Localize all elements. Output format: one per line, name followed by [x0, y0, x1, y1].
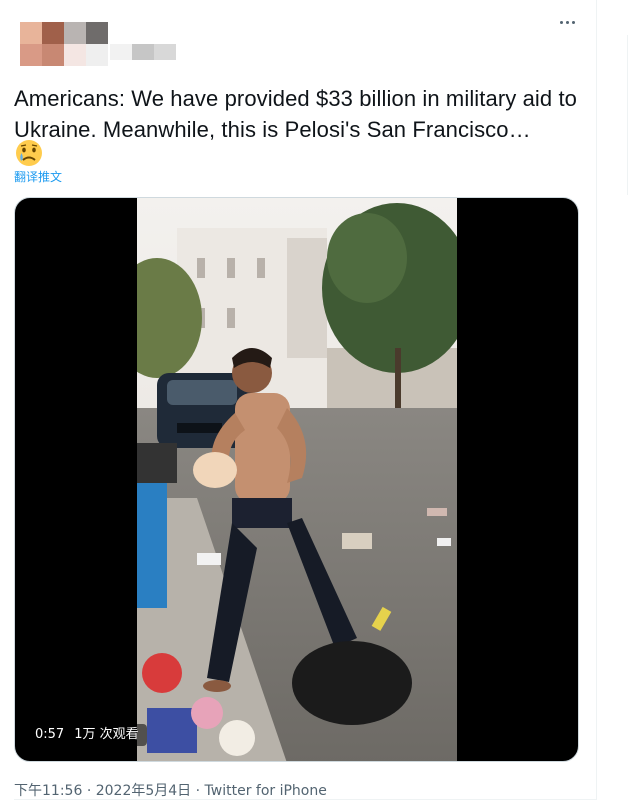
meta-separator: ·	[86, 783, 92, 799]
more-dots-icon[interactable]	[560, 21, 575, 24]
translate-tweet-link[interactable]: 翻译推文	[14, 168, 62, 185]
video-thumbnail	[137, 198, 457, 761]
right-sidebar	[597, 0, 629, 800]
tweet-text: Americans: We have provided $33 billion …	[14, 86, 577, 142]
video-views: 1万 次观看	[74, 727, 139, 742]
tweet-time[interactable]: 下午11:56	[14, 783, 82, 799]
video-info-badge: 0:57 1万 次观看	[27, 724, 147, 746]
tweet-meta: 下午11:56 · 2022年5月4日 · Twitter for iPhone	[14, 780, 327, 800]
sidebar-edge	[627, 35, 628, 195]
tweet-date[interactable]: 2022年5月4日	[96, 783, 191, 799]
meta-separator: ·	[195, 783, 201, 799]
crying-face-icon	[16, 140, 42, 166]
tweet-source-link[interactable]: Twitter for iPhone	[205, 783, 327, 799]
video-duration: 0:57	[35, 727, 65, 742]
video-player[interactable]: 0:57 1万 次观看	[14, 197, 579, 762]
